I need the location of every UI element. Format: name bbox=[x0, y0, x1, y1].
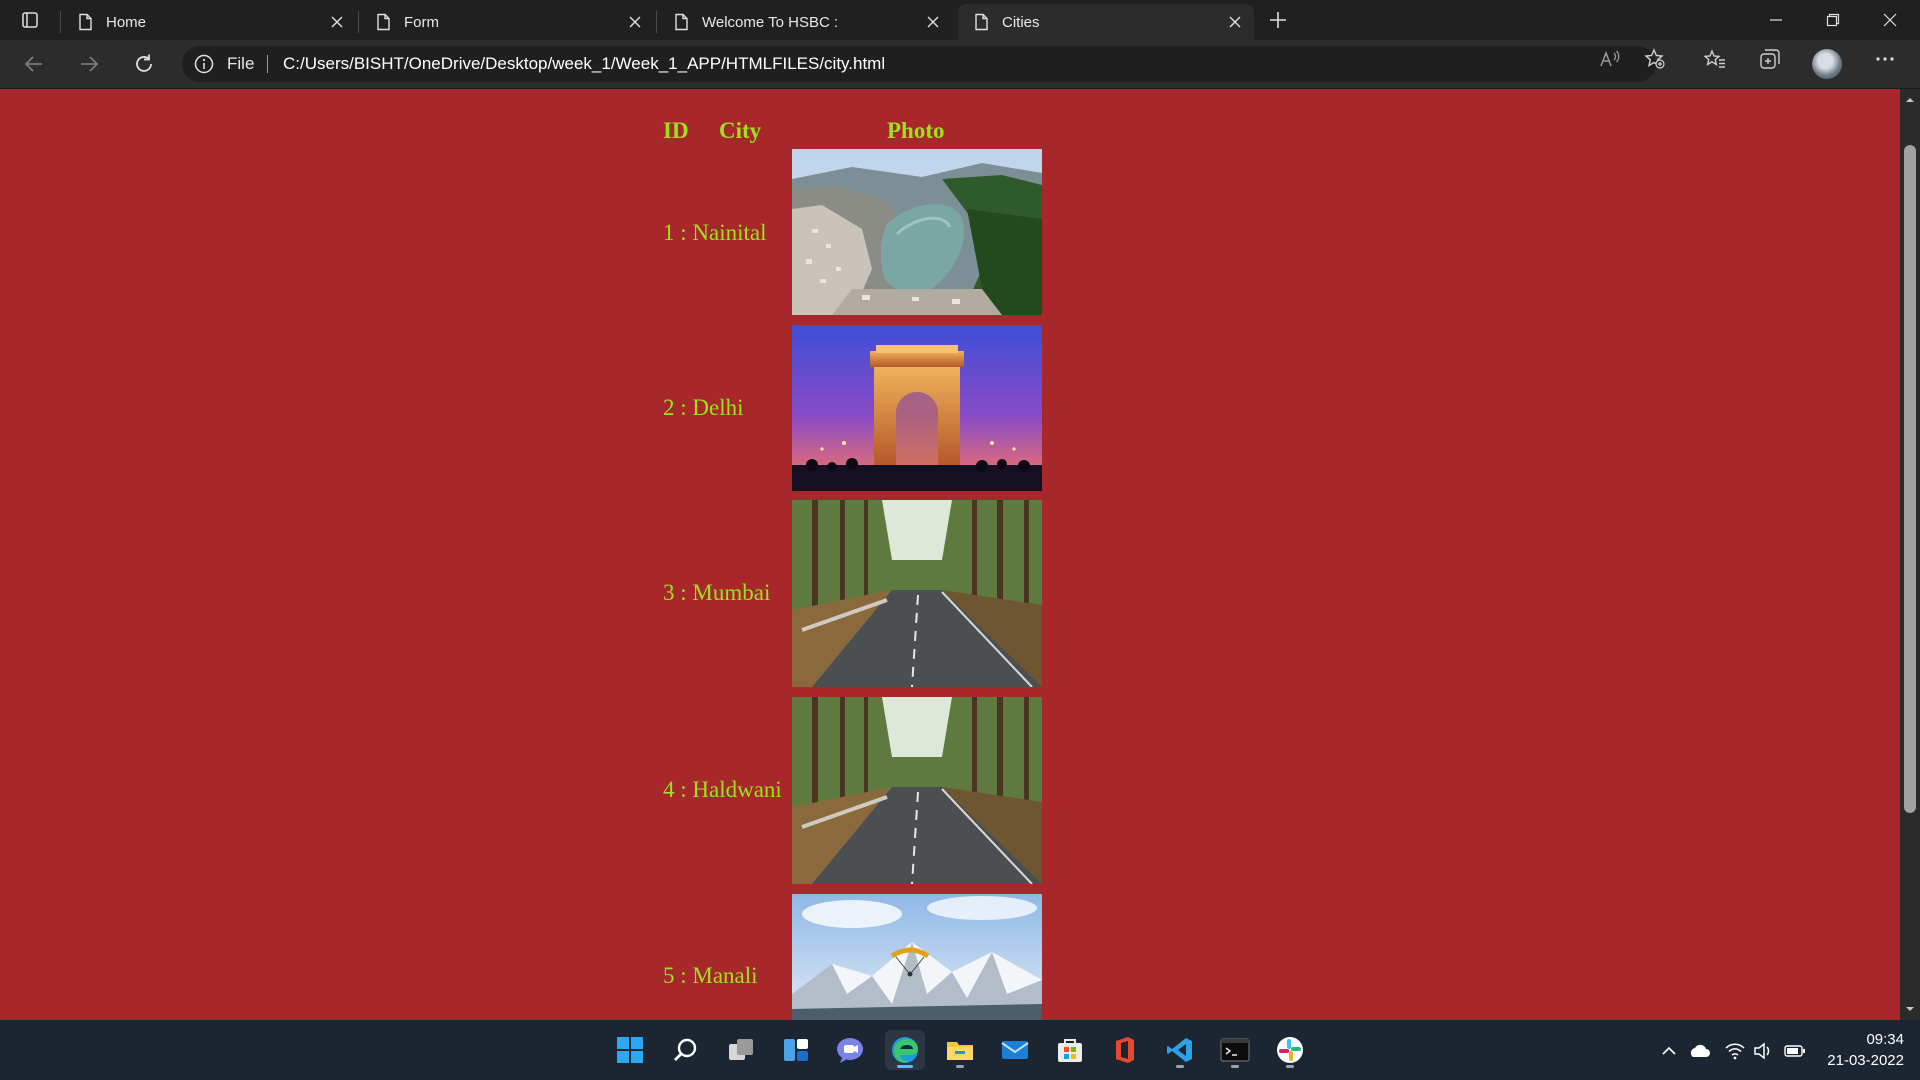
chat-icon[interactable] bbox=[830, 1030, 870, 1070]
running-indicator bbox=[1286, 1065, 1294, 1068]
widgets-icon[interactable] bbox=[776, 1030, 816, 1070]
tab-title: Cities bbox=[1002, 13, 1040, 31]
scrollbar-thumb[interactable] bbox=[1904, 145, 1916, 813]
info-icon[interactable] bbox=[194, 54, 214, 74]
close-icon[interactable] bbox=[328, 13, 346, 31]
page-icon bbox=[377, 13, 390, 31]
url-text[interactable]: C:/Users/BISHT/OneDrive/Desktop/week_1/W… bbox=[283, 54, 885, 74]
onedrive-cloud-icon[interactable] bbox=[1688, 1040, 1710, 1062]
url-scheme-label: File bbox=[227, 54, 255, 73]
minimize-icon bbox=[1770, 19, 1782, 21]
running-indicator bbox=[1176, 1065, 1184, 1068]
more-icon bbox=[1876, 57, 1894, 61]
city-row-label: 4 : Haldwani bbox=[663, 777, 782, 802]
edge-icon[interactable] bbox=[885, 1030, 925, 1070]
battery-icon[interactable] bbox=[1784, 1040, 1806, 1062]
favorites-button[interactable] bbox=[1702, 46, 1728, 72]
browser-toolbar: File C:/Users/BISHT/OneDrive/Desktop/wee… bbox=[0, 40, 1920, 89]
refresh-icon bbox=[136, 54, 152, 72]
url-divider bbox=[267, 55, 268, 73]
page-icon bbox=[975, 13, 988, 31]
office-icon[interactable] bbox=[1105, 1030, 1145, 1070]
scroll-down-icon[interactable] bbox=[1905, 1004, 1915, 1014]
address-bar[interactable]: File C:/Users/BISHT/OneDrive/Desktop/wee… bbox=[182, 46, 1656, 82]
clock-time: 09:34 bbox=[1866, 1031, 1904, 1048]
star-add-icon bbox=[1644, 48, 1665, 69]
start-icon[interactable] bbox=[610, 1030, 650, 1070]
tab-cities[interactable]: Cities bbox=[958, 4, 1254, 40]
windows-taskbar: 09:34 21-03-2022 bbox=[0, 1020, 1920, 1080]
store-icon[interactable] bbox=[1050, 1030, 1090, 1070]
tab-title: Home bbox=[106, 13, 147, 31]
read-aloud-icon bbox=[1600, 50, 1620, 67]
page-icon bbox=[79, 13, 92, 31]
read-aloud-button[interactable] bbox=[1597, 46, 1623, 72]
favorites-icon bbox=[1704, 49, 1725, 68]
close-icon[interactable] bbox=[924, 13, 942, 31]
page-viewport: ID City Photo 1 : Nainital 2 : Delhi 3:… bbox=[0, 89, 1900, 1020]
forest-road-photo bbox=[792, 697, 1042, 884]
mail-icon[interactable] bbox=[995, 1030, 1035, 1070]
refresh-button[interactable] bbox=[126, 46, 162, 82]
running-indicator bbox=[956, 1065, 964, 1068]
close-icon[interactable] bbox=[1226, 13, 1244, 31]
arrow-right-icon bbox=[81, 56, 99, 72]
scroll-up-icon[interactable] bbox=[1905, 95, 1915, 105]
add-favorite-button[interactable] bbox=[1642, 46, 1668, 72]
task-view-icon[interactable] bbox=[721, 1030, 761, 1070]
new-tab-button[interactable] bbox=[1264, 6, 1292, 34]
forward-button[interactable] bbox=[71, 46, 107, 82]
running-indicator bbox=[1231, 1065, 1239, 1068]
tab-actions-icon[interactable] bbox=[10, 6, 50, 34]
page-scrollbar[interactable] bbox=[1900, 89, 1920, 1020]
close-icon bbox=[1883, 13, 1897, 27]
collections-icon bbox=[1760, 49, 1780, 69]
minimize-button[interactable] bbox=[1748, 0, 1804, 40]
tab-form[interactable]: Form bbox=[360, 4, 654, 40]
header-photo: Photo bbox=[887, 118, 945, 143]
vscode-icon[interactable] bbox=[1160, 1030, 1200, 1070]
tab-separator bbox=[656, 11, 657, 33]
volume-icon[interactable] bbox=[1752, 1040, 1774, 1062]
india-gate-photo bbox=[792, 325, 1042, 491]
settings-more-button[interactable] bbox=[1872, 46, 1898, 72]
profile-avatar[interactable] bbox=[1812, 49, 1842, 79]
restore-button[interactable] bbox=[1805, 0, 1861, 40]
city-row-label: 3 : Mumbai bbox=[663, 580, 771, 605]
city-row-label: 1 : Nainital bbox=[663, 220, 767, 245]
forest-road-photo bbox=[792, 500, 1042, 687]
tab-welcome-hsbc[interactable]: Welcome To HSBC : bbox=[658, 4, 952, 40]
terminal-icon[interactable] bbox=[1215, 1030, 1255, 1070]
search-icon[interactable] bbox=[666, 1030, 706, 1070]
system-clock[interactable]: 09:34 21-03-2022 bbox=[1827, 1029, 1904, 1071]
tab-separator bbox=[60, 11, 61, 33]
browser-tab-bar: Home Form Welcome To HSBC : Cities bbox=[0, 0, 1920, 40]
slack-icon[interactable] bbox=[1270, 1030, 1310, 1070]
arrow-left-icon bbox=[24, 56, 42, 72]
chevron-up-icon[interactable] bbox=[1658, 1040, 1680, 1062]
tab-home[interactable]: Home bbox=[62, 4, 356, 40]
lake-valley-photo bbox=[792, 149, 1042, 315]
back-button[interactable] bbox=[16, 46, 52, 82]
clock-date: 21-03-2022 bbox=[1827, 1052, 1904, 1069]
tab-separator bbox=[358, 11, 359, 33]
collections-button[interactable] bbox=[1757, 46, 1783, 72]
file-explorer-icon[interactable] bbox=[940, 1030, 980, 1070]
header-city: City bbox=[719, 118, 762, 143]
close-icon[interactable] bbox=[626, 13, 644, 31]
city-row-label: 2 : Delhi bbox=[663, 395, 744, 420]
snow-mountain-paraglider-photo bbox=[792, 894, 1042, 1020]
plus-icon bbox=[1270, 12, 1286, 28]
page-icon bbox=[675, 13, 688, 31]
header-id: ID bbox=[663, 118, 689, 143]
wifi-icon[interactable] bbox=[1724, 1040, 1746, 1062]
restore-icon bbox=[1826, 13, 1840, 27]
tab-title: Form bbox=[404, 13, 439, 31]
running-indicator bbox=[897, 1065, 913, 1068]
tab-title: Welcome To HSBC : bbox=[702, 13, 839, 31]
close-window-button[interactable] bbox=[1862, 0, 1918, 40]
city-row-label: 5 : Manali bbox=[663, 963, 758, 988]
